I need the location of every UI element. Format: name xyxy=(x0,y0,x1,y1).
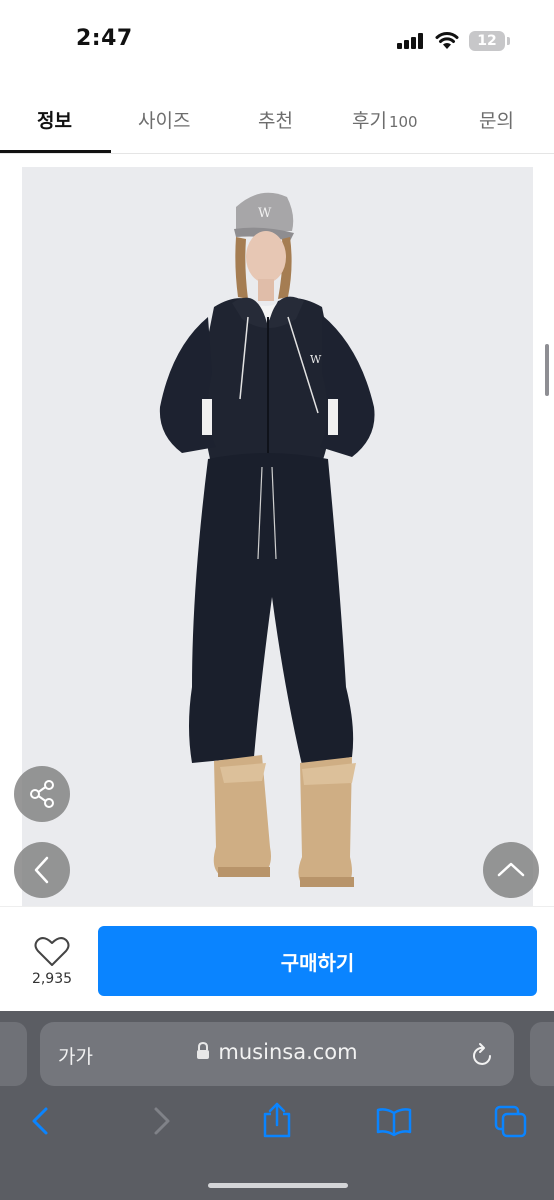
chevron-left-icon xyxy=(34,856,49,884)
wifi-icon xyxy=(434,30,460,50)
tab-inquiry-label: 문의 xyxy=(479,110,514,132)
status-bar: 2:47 12 xyxy=(0,0,554,82)
tabs-icon xyxy=(494,1105,527,1138)
tab-reviews[interactable]: 후기 100 xyxy=(352,106,418,133)
tab-info-label: 정보 xyxy=(37,110,72,132)
forward-icon xyxy=(154,1107,170,1135)
tab-info[interactable]: 정보 xyxy=(37,106,72,133)
share-button[interactable] xyxy=(14,766,70,822)
back-icon xyxy=(32,1107,48,1135)
model-illustration: W W xyxy=(159,192,375,887)
lock-icon xyxy=(196,1041,210,1065)
tab-reviews-count: 100 xyxy=(388,113,418,131)
nav-forward-button[interactable] xyxy=(148,1105,174,1141)
scroll-top-button[interactable] xyxy=(483,842,539,898)
previous-tab-preview[interactable] xyxy=(0,1022,27,1086)
tab-size[interactable]: 사이즈 xyxy=(138,106,190,133)
url-display[interactable]: musinsa.com xyxy=(40,1040,514,1065)
heart-icon xyxy=(34,937,70,966)
tabs-button[interactable] xyxy=(494,1105,528,1143)
nav-back-button[interactable] xyxy=(28,1105,54,1141)
chevron-up-icon xyxy=(497,862,525,877)
next-tab-preview[interactable] xyxy=(530,1022,554,1086)
purchase-bar: 2,935 구매하기 xyxy=(0,906,554,1011)
cellular-signal-icon xyxy=(397,33,425,49)
battery-nub xyxy=(507,37,510,45)
back-button[interactable] xyxy=(14,842,70,898)
scrollbar[interactable] xyxy=(545,344,549,396)
product-tabs: 정보 사이즈 추천 후기 100 문의 xyxy=(0,86,554,154)
battery-level: 12 xyxy=(477,33,497,49)
tab-reviews-label: 후기 xyxy=(352,110,387,132)
share-icon xyxy=(30,780,54,808)
bookmarks-button[interactable] xyxy=(376,1107,412,1141)
share-sheet-button[interactable] xyxy=(260,1101,294,1143)
reload-icon[interactable] xyxy=(470,1040,496,1072)
url-text: musinsa.com xyxy=(218,1040,358,1064)
like-count: 2,935 xyxy=(31,971,73,987)
address-bar[interactable]: 가가 musinsa.com xyxy=(40,1022,514,1086)
browser-toolbar: 가가 musinsa.com xyxy=(0,1011,554,1200)
tab-inquiry[interactable]: 문의 xyxy=(479,106,514,133)
product-image[interactable]: W W xyxy=(22,167,533,906)
home-indicator xyxy=(208,1183,348,1188)
share-sheet-icon xyxy=(263,1102,291,1138)
tab-size-label: 사이즈 xyxy=(138,110,191,132)
svg-text:W: W xyxy=(258,206,272,221)
tab-recommend[interactable]: 추천 xyxy=(258,106,293,133)
book-icon xyxy=(376,1108,412,1137)
buy-button[interactable]: 구매하기 xyxy=(98,926,537,996)
status-time: 2:47 xyxy=(76,26,133,51)
svg-text:W: W xyxy=(310,353,322,366)
tab-recommend-label: 추천 xyxy=(258,110,293,132)
like-button[interactable]: 2,935 xyxy=(20,935,84,997)
active-tab-indicator xyxy=(0,150,111,153)
battery-icon: 12 xyxy=(469,31,505,51)
